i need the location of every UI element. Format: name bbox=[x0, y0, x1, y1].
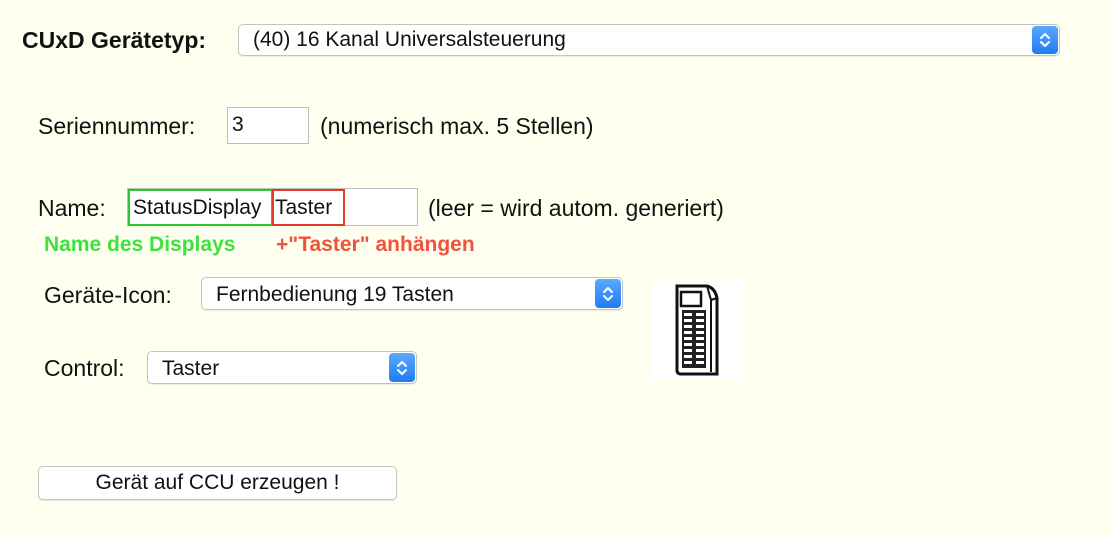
control-label: Control: bbox=[44, 355, 125, 381]
highlight-box-suffix bbox=[272, 189, 345, 226]
device-icon-selected-value: Fernbedienung 19 Tasten bbox=[216, 283, 454, 306]
device-type-selected-value: (40) 16 Kanal Universalsteuerung bbox=[253, 28, 566, 51]
device-type-select[interactable]: (40) 16 Kanal Universalsteuerung bbox=[238, 24, 1060, 56]
remote-control-19-keys-icon bbox=[651, 280, 744, 380]
up-down-chevron-icon[interactable] bbox=[389, 353, 415, 382]
create-device-button[interactable]: Gerät auf CCU erzeugen ! bbox=[38, 466, 397, 500]
device-type-label: CUxD Gerätetyp: bbox=[22, 27, 207, 53]
control-select[interactable]: Taster bbox=[147, 351, 417, 384]
name-label: Name: bbox=[38, 195, 106, 221]
device-icon-label: Geräte-Icon: bbox=[44, 282, 172, 308]
highlight-box-display-name bbox=[128, 189, 273, 226]
up-down-chevron-icon[interactable] bbox=[1032, 26, 1058, 54]
annotation-append-taster: +"Taster" anhängen bbox=[276, 233, 475, 256]
up-down-chevron-icon[interactable] bbox=[595, 279, 621, 308]
serial-number-hint: (numerisch max. 5 Stellen) bbox=[320, 113, 594, 139]
control-selected-value: Taster bbox=[162, 357, 220, 380]
name-hint: (leer = wird autom. generiert) bbox=[428, 195, 724, 221]
serial-number-input[interactable]: 3 bbox=[227, 107, 309, 144]
annotation-display-name: Name des Displays bbox=[44, 233, 236, 256]
serial-number-label: Seriennummer: bbox=[38, 113, 196, 139]
device-icon-select[interactable]: Fernbedienung 19 Tasten bbox=[201, 277, 623, 310]
